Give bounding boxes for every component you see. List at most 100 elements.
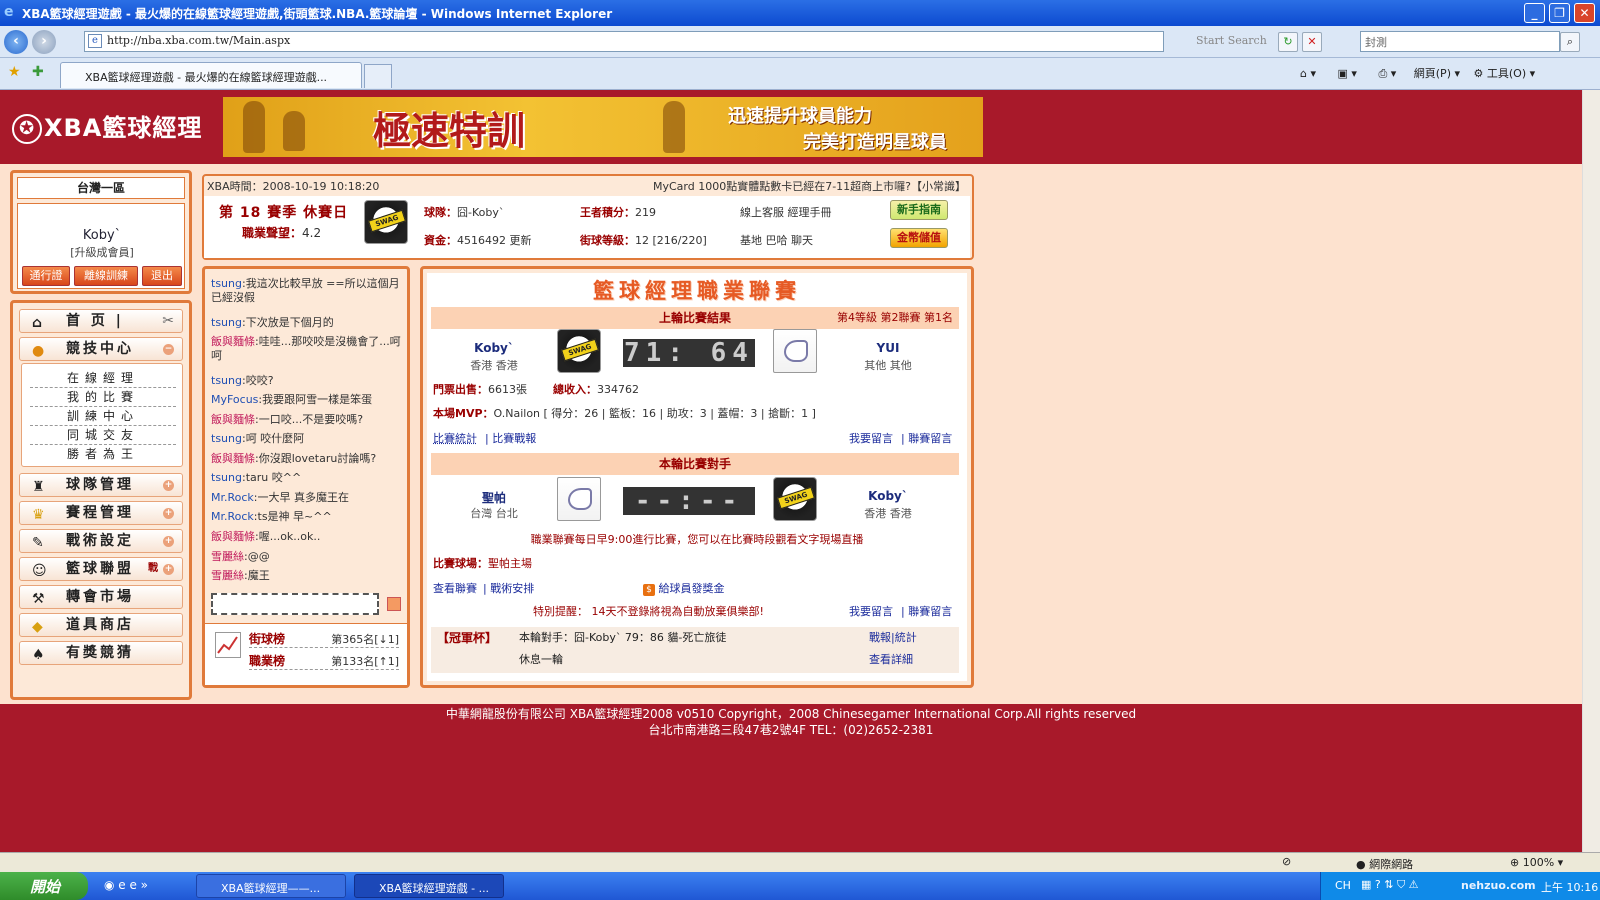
refresh-icon[interactable]: ↻ bbox=[1278, 32, 1298, 52]
tactics-icon: ✎ bbox=[32, 535, 44, 551]
forward-icon[interactable]: › bbox=[32, 30, 56, 54]
view-league-link[interactable]: 查看聯賽 bbox=[433, 580, 477, 596]
league-message-link-2[interactable]: | 聯賽留言 bbox=[901, 603, 952, 619]
match-stats-link[interactable]: 比賽統計 bbox=[433, 430, 477, 446]
league-message-link[interactable]: | 聯賽留言 bbox=[901, 430, 952, 446]
home-icon[interactable]: ⌂ ▾ bbox=[1300, 67, 1316, 80]
leave-message-link[interactable]: 我要留言 bbox=[849, 430, 893, 446]
collapse-icon[interactable]: − bbox=[163, 344, 174, 355]
expand-icon[interactable]: + bbox=[163, 564, 174, 575]
privacy-icon[interactable]: ⊘ bbox=[1282, 855, 1291, 868]
tools-icon[interactable]: ✂ bbox=[162, 310, 174, 332]
menu-home[interactable]: ⌂ 首 页 | ✂ bbox=[19, 309, 183, 333]
tab-title: XBA籃球經理遊戲 - 最火爆的在線籃球經理遊戲... bbox=[85, 71, 328, 84]
tray-icons[interactable]: ▦ ? ⇅ ⛉ ⚠ bbox=[1361, 878, 1419, 892]
tools-menu[interactable]: ⚙ 工具(O) ▾ bbox=[1474, 67, 1536, 80]
submenu-my-matches[interactable]: 我的比賽 bbox=[30, 387, 176, 407]
submenu-friends[interactable]: 同城交友 bbox=[30, 425, 176, 445]
trophy-icon: ♛ bbox=[32, 507, 45, 523]
gold-topup-button[interactable]: 金幣儲值 bbox=[890, 228, 948, 248]
upgrade-member-link[interactable]: [升級成會員] bbox=[18, 244, 186, 260]
zoom-level[interactable]: ⊕ 100% ▾ bbox=[1510, 856, 1563, 869]
match-venue: 比賽球場：聖帕主場 bbox=[433, 557, 532, 570]
home-team-logo: SWAG bbox=[557, 329, 601, 373]
server-zone: 台灣一區 bbox=[17, 177, 185, 199]
menu-league[interactable]: ☺ 籃球聯盟戰 + bbox=[19, 557, 183, 581]
notice-link[interactable]: MyCard 1000點實體點數卡已經在7-11超商上市囉?【小常識】 bbox=[653, 178, 966, 194]
page-scrollbar[interactable] bbox=[1582, 90, 1600, 852]
favorites-star-icon[interactable]: ★ bbox=[8, 64, 21, 80]
taskbar-item-1[interactable]: XBA籃球經理——... bbox=[196, 874, 346, 898]
tab-xba[interactable]: XBA籃球經理遊戲 - 最火爆的在線籃球經理遊戲... bbox=[60, 62, 362, 88]
promo-banner[interactable]: 極速特訓 迅速提升球員能力 完美打造明星球員 bbox=[223, 97, 983, 157]
address-bar: ‹ › e http://nba.xba.com.tw/Main.aspx Sta… bbox=[0, 26, 1600, 58]
add-favorites-icon[interactable]: ✚ bbox=[32, 64, 44, 80]
passport-button[interactable]: 通行證 bbox=[22, 266, 70, 286]
pro-rank[interactable]: 職業榜 第133名[↑1] bbox=[249, 650, 399, 670]
feeds-icon[interactable]: ▣ ▾ bbox=[1338, 67, 1357, 80]
chat-input[interactable] bbox=[211, 593, 379, 615]
logout-button[interactable]: 退出 bbox=[142, 266, 182, 286]
submenu-online-managers[interactable]: 在線經理 bbox=[30, 368, 176, 388]
ime-indicator[interactable]: CH bbox=[1335, 879, 1351, 892]
command-bar: ⌂ ▾ ▣ ▾ ⎙ ▾ 網頁(P) ▾ ⚙ 工具(O) ▾ bbox=[1300, 65, 1535, 81]
offline-training-button[interactable]: 離線訓練 bbox=[74, 266, 138, 286]
update-funds-link[interactable]: 更新 bbox=[510, 234, 532, 247]
next-away-team-name[interactable]: Koby` bbox=[843, 489, 933, 503]
cup-report-link[interactable]: 戰報|統計 bbox=[869, 627, 917, 649]
community-links[interactable]: 基地 巴哈 聊天 bbox=[740, 232, 813, 248]
menu-tactics[interactable]: ✎ 戰術設定 + bbox=[19, 529, 183, 553]
menu-guess[interactable]: ♠ 有獎競猜 bbox=[19, 641, 183, 665]
next-away-team-logo: SWAG bbox=[773, 477, 817, 521]
chat-send-icon[interactable] bbox=[387, 597, 401, 611]
expand-icon[interactable]: + bbox=[163, 508, 174, 519]
menu-transfer[interactable]: ⚒ 轉會市場 bbox=[19, 585, 183, 609]
user-box: Koby` [升級成會員] 通行證 離線訓練 退出 bbox=[17, 203, 185, 289]
menu-shop[interactable]: ◆ 道具商店 bbox=[19, 613, 183, 637]
away-team-name[interactable]: YUI bbox=[843, 341, 933, 355]
match-report-link[interactable]: | 比賽戰報 bbox=[485, 430, 536, 446]
print-icon[interactable]: ⎙ ▾ bbox=[1378, 67, 1396, 80]
page-menu[interactable]: 網頁(P) ▾ bbox=[1414, 67, 1460, 80]
next-away-team-location: 香港 香港 bbox=[864, 507, 912, 520]
next-home-team-name[interactable]: 聖帕 bbox=[449, 489, 539, 506]
search-icon[interactable]: ⌕ bbox=[1560, 32, 1580, 52]
search-input[interactable]: 封測 bbox=[1360, 31, 1560, 52]
menu-team[interactable]: ♜ 球隊管理 + bbox=[19, 473, 183, 497]
street-rank[interactable]: 街球榜 第365名[↓1] bbox=[249, 628, 399, 648]
page-content: ✪ XBA籃球經理 極速特訓 迅速提升球員能力 完美打造明星球員 台灣一區 Kob… bbox=[0, 90, 1582, 852]
newbie-guide-button[interactable]: 新手指南 bbox=[890, 200, 948, 220]
close-window-button[interactable]: ✕ bbox=[1574, 3, 1595, 23]
league-content: 籃球經理職業聯賽 上輪比賽結果 第4等級 第2聯賽 第1名 Koby` 香港 香港… bbox=[427, 273, 967, 681]
quicklaunch-icons[interactable]: ◉ e e » bbox=[104, 878, 148, 892]
banner-line1: 迅速提升球員能力 bbox=[728, 106, 872, 127]
home-icon: ⌂ bbox=[32, 315, 43, 331]
tactic-arrange-link[interactable]: | 戰術安排 bbox=[483, 580, 534, 596]
url-field[interactable]: e http://nba.xba.com.tw/Main.aspx bbox=[84, 31, 1164, 52]
submenu-training[interactable]: 訓練中心 bbox=[30, 406, 176, 426]
stop-icon[interactable]: ✕ bbox=[1302, 32, 1322, 52]
chat-line: 雪麗絲:@@ bbox=[211, 550, 270, 563]
chat-line: tsung:下次放是下個月的 bbox=[211, 316, 334, 329]
cup-detail-link[interactable]: 查看詳細 bbox=[869, 649, 913, 671]
leave-message-link-2[interactable]: 我要留言 bbox=[849, 603, 893, 619]
cup-last-result: 本輪對手：囧-Koby` 79：86 貓-死亡旅徒 bbox=[519, 631, 727, 644]
minimize-button[interactable]: _ bbox=[1524, 3, 1545, 23]
menu-schedule[interactable]: ♛ 賽程管理 + bbox=[19, 501, 183, 525]
submenu-winner[interactable]: 勝者為王 bbox=[30, 444, 176, 464]
expand-icon[interactable]: + bbox=[163, 536, 174, 547]
help-links[interactable]: 線上客服 經理手冊 bbox=[740, 204, 832, 220]
next-home-team-location: 台灣 台北 bbox=[470, 507, 518, 520]
back-icon[interactable]: ‹ bbox=[4, 30, 28, 54]
start-button[interactable]: 開始 bbox=[0, 872, 88, 900]
cup-next: 休息一輪 bbox=[519, 653, 563, 666]
player-bonus-link[interactable]: $ 給球員發獎金 bbox=[643, 580, 725, 596]
maximize-button[interactable]: ❐ bbox=[1549, 3, 1570, 23]
home-team-name[interactable]: Koby` bbox=[449, 341, 539, 355]
new-tab-button[interactable] bbox=[364, 64, 392, 88]
site-logo[interactable]: ✪ XBA籃球經理 bbox=[12, 108, 202, 144]
menu-arena[interactable]: ● 競技中心 − bbox=[19, 337, 183, 361]
taskbar-item-2[interactable]: XBA籃球經理遊戲 - ... bbox=[354, 874, 504, 898]
server-time: XBA時間：2008-10-19 10:18:20 bbox=[207, 180, 380, 193]
expand-icon[interactable]: + bbox=[163, 480, 174, 491]
